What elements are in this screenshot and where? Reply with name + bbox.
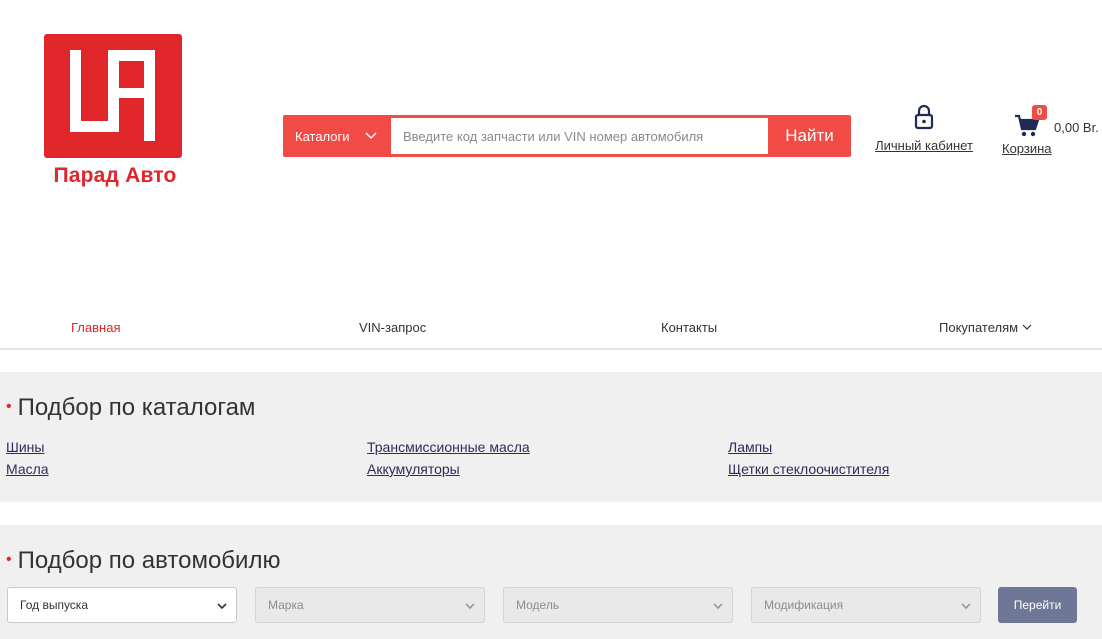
- catalog-link-lamps[interactable]: Лампы: [728, 439, 772, 455]
- model-select[interactable]: Модель: [503, 587, 733, 623]
- nav-item-contacts[interactable]: Контакты: [661, 320, 717, 335]
- catalog-dropdown-button[interactable]: Каталоги: [283, 115, 391, 157]
- catalog-section-title: • Подбор по каталогам: [6, 394, 255, 422]
- chevron-down-icon: [961, 603, 971, 610]
- bullet-icon: •: [6, 398, 12, 415]
- catalog-link-batteries[interactable]: Аккумуляторы: [367, 461, 460, 477]
- cart-count-badge: 0: [1032, 105, 1047, 120]
- search-input[interactable]: [391, 118, 768, 154]
- search-bar: Каталоги Найти: [283, 115, 851, 157]
- nav-item-customers-label: Покупателям: [939, 320, 1019, 335]
- car-section-title-text: Подбор по автомобилю: [17, 547, 281, 574]
- modification-select[interactable]: Модификация: [751, 587, 981, 623]
- logo-mark: [44, 34, 182, 158]
- chevron-down-icon: [365, 132, 377, 140]
- nav-item-customers[interactable]: Покупателям: [939, 320, 1032, 335]
- main-nav: Главная VIN-запрос Контакты Покупателям: [0, 310, 1102, 350]
- car-section: • Подбор по автомобилю Год выпуска Марка …: [0, 525, 1102, 639]
- modification-select-value: Модификация: [764, 598, 844, 612]
- year-select[interactable]: Год выпуска: [7, 587, 237, 623]
- logo-text: Парад Авто: [53, 164, 177, 187]
- lock-icon: [914, 104, 934, 130]
- catalog-link-tires[interactable]: Шины: [6, 439, 44, 455]
- account-link[interactable]: Личный кабинет: [870, 104, 978, 153]
- catalog-section-title-text: Подбор по каталогам: [17, 394, 256, 421]
- cart-label: Корзина: [1002, 141, 1052, 156]
- account-label: Личный кабинет: [875, 138, 973, 153]
- catalog-link-oils[interactable]: Масла: [6, 461, 49, 477]
- catalog-dropdown-label: Каталоги: [295, 128, 350, 144]
- catalog-link-transmission-oils[interactable]: Трансмиссионные масла: [367, 439, 530, 455]
- chevron-down-icon: [1022, 324, 1032, 330]
- nav-item-vin-request[interactable]: VIN-запрос: [359, 320, 426, 335]
- model-select-value: Модель: [516, 598, 560, 612]
- go-button[interactable]: Перейти: [998, 587, 1077, 623]
- chevron-down-icon: [217, 603, 227, 610]
- catalog-link-wiper-blades[interactable]: Щетки стеклоочистителя: [728, 461, 889, 477]
- nav-item-home[interactable]: Главная: [71, 320, 120, 335]
- car-section-title: • Подбор по автомобилю: [6, 547, 280, 575]
- brand-select-value: Марка: [268, 598, 304, 612]
- logo[interactable]: Парад Авто: [30, 28, 200, 198]
- brand-select[interactable]: Марка: [255, 587, 485, 623]
- bullet-icon: •: [6, 551, 12, 568]
- search-button[interactable]: Найти: [768, 115, 851, 157]
- year-select-value: Год выпуска: [20, 598, 88, 612]
- catalog-section: • Подбор по каталогам Шины Масла Трансмис…: [0, 372, 1102, 502]
- chevron-down-icon: [465, 603, 475, 610]
- cart-amount: 0,00 Br.: [1054, 120, 1099, 135]
- chevron-down-icon: [713, 603, 723, 610]
